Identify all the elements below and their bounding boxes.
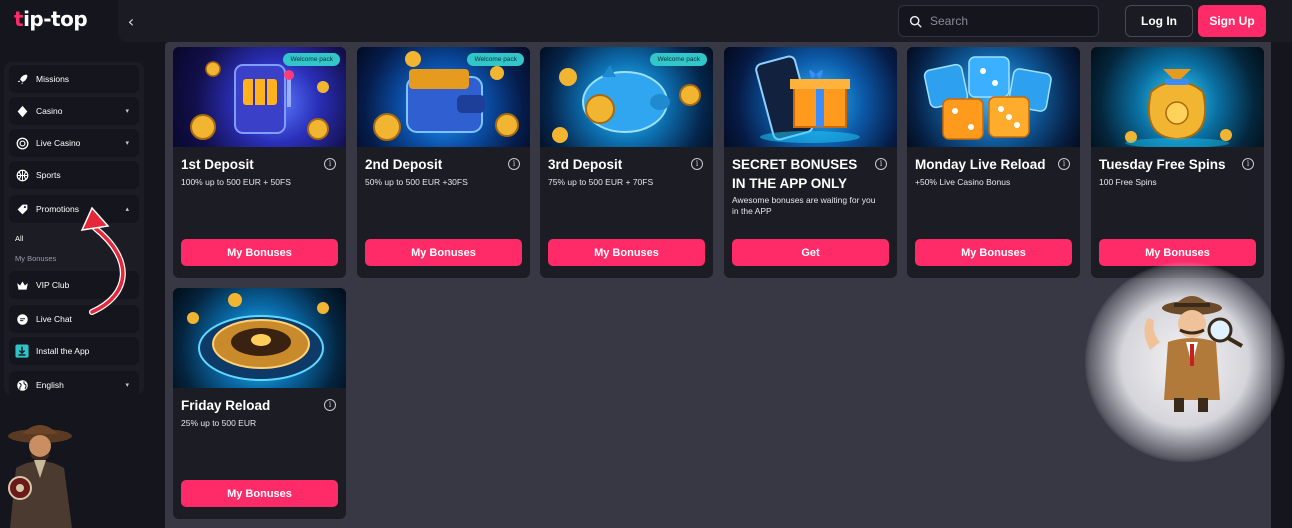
get-button[interactable]: Get [732, 239, 889, 266]
info-icon[interactable]: i [324, 158, 336, 170]
promo-title: SECRET BONUSES IN THE APP ONLY [732, 157, 858, 191]
promo-description: 100% up to 500 EUR + 50FS [181, 177, 291, 187]
sidebar-item-label: English [36, 380, 64, 390]
red-arrow-annotation [80, 206, 126, 315]
promo-title: Monday Live Reload [915, 157, 1046, 172]
signup-button[interactable]: Sign Up [1198, 5, 1266, 37]
info-icon[interactable]: i [1242, 158, 1254, 170]
sidebar-item-label: Live Chat [36, 314, 72, 324]
chevron-down-icon: ▾ [125, 139, 129, 147]
logo[interactable]: tip-top [14, 7, 88, 31]
login-button[interactable]: Log In [1125, 5, 1193, 37]
diamond-icon [15, 104, 29, 118]
money-bag-image [1091, 47, 1264, 147]
logo-text: ip-top [23, 7, 88, 31]
chevron-down-icon: ▾ [125, 381, 129, 389]
my-bonuses-button[interactable]: My Bonuses [181, 239, 338, 266]
info-icon[interactable]: i [508, 158, 520, 170]
info-icon[interactable]: i [691, 158, 703, 170]
promo-title: 3rd Deposit [548, 157, 623, 172]
promo-description: 25% up to 500 EUR [181, 418, 257, 428]
scrollbar-track[interactable] [1271, 42, 1292, 528]
welcome-pack-badge: Welcome pack [283, 53, 340, 66]
sidebar-item-casino[interactable]: Casino ▾ [9, 97, 139, 125]
search-icon [909, 15, 922, 28]
slot-machine-image: Welcome pack [173, 47, 346, 147]
promo-card: SECRET BONUSES IN THE APP ONLY i Awesome… [724, 47, 897, 278]
search-box[interactable] [898, 5, 1099, 37]
my-bonuses-button[interactable]: My Bonuses [915, 239, 1072, 266]
cowboy-mascot-image [8, 425, 72, 528]
welcome-pack-badge: Welcome pack [650, 53, 707, 66]
promo-description: 50% up to 500 EUR +30FS [365, 177, 468, 187]
ball-icon [15, 168, 29, 182]
promo-title: Friday Reload [181, 398, 271, 413]
sidebar-item-label: VIP Club [36, 280, 70, 290]
my-bonuses-button[interactable]: My Bonuses [181, 480, 338, 507]
welcome-pack-badge: Welcome pack [467, 53, 524, 66]
crown-icon [15, 278, 29, 292]
sidebar-item-missions[interactable]: Missions [9, 65, 139, 93]
sidebar-item-install-app[interactable]: Install the App [9, 337, 139, 365]
header-panel [118, 0, 1292, 42]
promo-description: 75% up to 500 EUR + 70FS [548, 177, 654, 187]
info-icon[interactable]: i [1058, 158, 1070, 170]
my-bonuses-button[interactable]: My Bonuses [548, 239, 705, 266]
promo-title: Tuesday Free Spins [1099, 157, 1226, 172]
piggy-bank-image: Welcome pack [540, 47, 713, 147]
dice-image [907, 47, 1080, 147]
promo-card: Welcome pack 3rd Deposit i 75% up to 500… [540, 47, 713, 278]
promo-description: Awesome bonuses are waiting for you in t… [732, 195, 876, 216]
promo-card: Welcome pack 2nd Deposit i 50% up to 500… [357, 47, 530, 278]
search-input[interactable] [930, 14, 1090, 28]
chat-icon [15, 312, 29, 326]
globe-icon [15, 378, 29, 392]
sidebar-item-label: Missions [36, 74, 70, 84]
rocket-icon [15, 72, 29, 86]
sidebar-item-live-casino[interactable]: Live Casino ▾ [9, 129, 139, 157]
promo-card: Tuesday Free Spins i 100 Free Spins My B… [1091, 47, 1264, 278]
promo-description: +50% Live Casino Bonus [915, 177, 1011, 187]
chevron-left-icon[interactable]: ‹ [120, 8, 142, 34]
roulette-image [173, 288, 346, 388]
sidebar-item-label: Sports [36, 170, 61, 180]
promo-title: 2nd Deposit [365, 157, 443, 172]
promo-title: 1st Deposit [181, 157, 254, 172]
sidebar-item-language[interactable]: English ▾ [9, 371, 139, 399]
wallet-image: Welcome pack [357, 47, 530, 147]
promo-card: Welcome pack 1st Deposit i 100% up to 50… [173, 47, 346, 278]
my-bonuses-button[interactable]: My Bonuses [365, 239, 522, 266]
info-icon[interactable]: i [875, 158, 887, 170]
sidebar-item-label: Install the App [36, 346, 90, 356]
promo-card: Monday Live Reload i +50% Live Casino Bo… [907, 47, 1080, 278]
sidebar-item-sports[interactable]: Sports [9, 161, 139, 189]
download-icon [15, 344, 29, 358]
info-icon[interactable]: i [324, 399, 336, 411]
detective-mascot-image [1144, 296, 1243, 412]
sidebar-item-label: Casino [36, 106, 63, 116]
chevron-down-icon: ▾ [125, 107, 129, 115]
promo-description: 100 Free Spins [1099, 177, 1157, 187]
phone-gift-image [724, 47, 897, 147]
chip-icon [15, 136, 29, 150]
promo-card: Friday Reload i 25% up to 500 EUR My Bon… [173, 288, 346, 519]
sidebar-item-label: Live Casino [36, 138, 81, 148]
tag-icon [15, 202, 29, 216]
